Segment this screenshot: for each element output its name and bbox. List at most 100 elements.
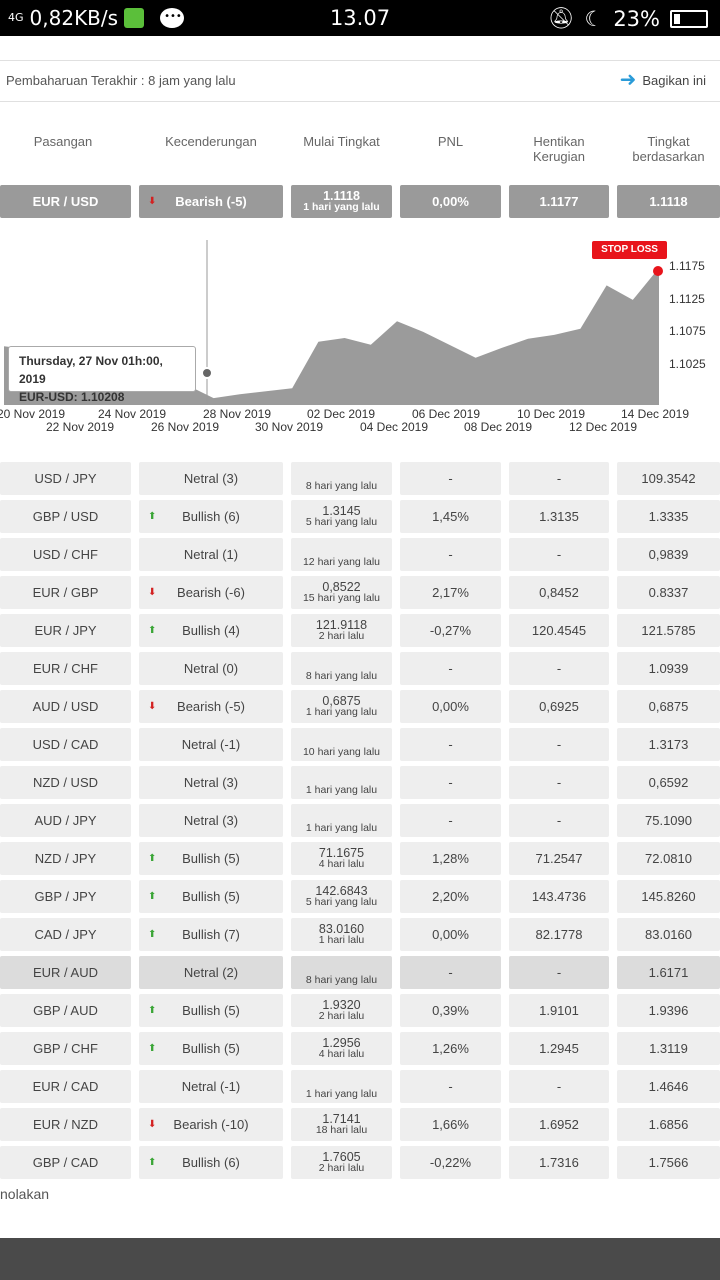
trend-label: Bullish (4) bbox=[182, 623, 240, 638]
stop-cell: 1.7316 bbox=[509, 1146, 609, 1179]
bullish-arrow-icon: ⬆ bbox=[148, 625, 157, 636]
x-tick-label: 28 Nov 2019 bbox=[203, 407, 271, 421]
share-label: Bagikan ini bbox=[642, 72, 706, 88]
trend-cell: ⬇ Bearish (-6) bbox=[139, 576, 283, 609]
share-button[interactable]: ➜ Bagikan ini bbox=[620, 70, 706, 90]
rate-cell: 0,6875 bbox=[617, 690, 720, 723]
selected-row[interactable]: EUR / USD ⬇ Bearish (-5) 1.1118 1 hari y… bbox=[0, 185, 720, 218]
table-row[interactable]: EUR / NZD ⬇ Bearish (-10) 1.7141 18 hari lal… bbox=[0, 1108, 720, 1141]
start-cell: 1.7141 18 hari lalu bbox=[291, 1108, 392, 1141]
rate-cell: 1.3335 bbox=[617, 500, 720, 533]
pair-cell: USD / CHF bbox=[0, 538, 131, 571]
rate-cell: 0,6592 bbox=[617, 766, 720, 799]
tooltip-value: EUR-USD: 1.10208 bbox=[19, 390, 125, 404]
rate-cell: 72.0810 bbox=[617, 842, 720, 875]
start-cell: 12 hari yang lalu bbox=[291, 538, 392, 571]
pair-cell: EUR / AUD bbox=[0, 956, 131, 989]
start-ago: 15 hari yang lalu bbox=[302, 591, 381, 604]
pnl-cell: - bbox=[400, 804, 501, 837]
start-cell: 1.7605 2 hari lalu bbox=[291, 1146, 392, 1179]
pair-cell: EUR / GBP bbox=[0, 576, 131, 609]
table-row[interactable]: CAD / JPY ⬆ Bullish (7) 83.0160 1 hari lalu 0… bbox=[0, 918, 720, 951]
rate-cell: 0.8337 bbox=[617, 576, 720, 609]
x-tick-label: 02 Dec 2019 bbox=[307, 407, 375, 421]
rate-cell: 83.0160 bbox=[617, 918, 720, 951]
pnl-cell: - bbox=[400, 956, 501, 989]
table-row[interactable]: NZD / USD Netral (3) 1 hari yang lalu - -0,6… bbox=[0, 766, 720, 799]
trend-cell: ⬆ Bullish (4) bbox=[139, 614, 283, 647]
stop-cell: - bbox=[509, 462, 609, 495]
stop-cell: 143.4736 bbox=[509, 880, 609, 913]
trend-label: Bullish (6) bbox=[182, 1155, 240, 1170]
trend-label: Netral (0) bbox=[183, 661, 239, 676]
bearish-arrow-icon: ⬇ bbox=[148, 196, 157, 207]
x-tick-label: 26 Nov 2019 bbox=[151, 420, 219, 434]
table-row[interactable]: GBP / CHF ⬆ Bullish (5) 1.2956 4 hari lalu 1,… bbox=[0, 1032, 720, 1065]
start-ago: 1 hari yang lalu bbox=[305, 705, 378, 718]
table-row[interactable]: EUR / JPY ⬆ Bullish (4) 121.9118 2 hari lalu… bbox=[0, 614, 720, 647]
x-tick-label: 10 Dec 2019 bbox=[517, 407, 585, 421]
pair-cell: CAD / JPY bbox=[0, 918, 131, 951]
pair-cell: EUR / CHF bbox=[0, 652, 131, 685]
trend-cell: ⬆ Bullish (5) bbox=[139, 1032, 283, 1065]
table-row[interactable]: NZD / JPY ⬆ Bullish (5) 71.1675 4 hari lalu 1… bbox=[0, 842, 720, 875]
table-row[interactable]: EUR / CHF Netral (0) 8 hari yang lalu - -1.0… bbox=[0, 652, 720, 685]
start-level: 71.1675 bbox=[318, 845, 365, 860]
bullish-arrow-icon: ⬆ bbox=[148, 929, 157, 940]
trend-label: Bullish (6) bbox=[182, 509, 240, 524]
start-cell: 0,8522 15 hari yang lalu bbox=[291, 576, 392, 609]
start-ago: 4 hari lalu bbox=[318, 857, 365, 870]
col-rate: Tingkat berdasarkan bbox=[632, 134, 705, 164]
trend-cell: ⬇ Bearish (-5) bbox=[139, 185, 283, 218]
table-row[interactable]: GBP / AUD ⬆ Bullish (5) 1.9320 2 hari lalu 0,… bbox=[0, 994, 720, 1027]
start-ago: 1 hari yang lalu bbox=[303, 200, 380, 213]
start-cell: 83.0160 1 hari lalu bbox=[291, 918, 392, 951]
pair-cell: AUD / USD bbox=[0, 690, 131, 723]
trend-cell: ⬆ Bullish (6) bbox=[139, 1146, 283, 1179]
trend-label: Netral (-1) bbox=[181, 1079, 241, 1094]
start-ago: 2 hari lalu bbox=[318, 1161, 365, 1174]
stop-cell: 0,8452 bbox=[509, 576, 609, 609]
pnl-cell: - bbox=[400, 538, 501, 571]
pnl-cell: 1,28% bbox=[400, 842, 501, 875]
table-row[interactable]: GBP / USD ⬆ Bullish (6) 1.3145 5 hari yang l… bbox=[0, 500, 720, 533]
stop-cell: - bbox=[509, 728, 609, 761]
start-cell: 121.9118 2 hari lalu bbox=[291, 614, 392, 647]
y-tick-label: 1.1075 bbox=[669, 324, 706, 338]
pnl-cell: - bbox=[400, 1070, 501, 1103]
col-pnl: PNL bbox=[437, 134, 464, 149]
rate-cell: 1.0939 bbox=[617, 652, 720, 685]
table-row[interactable]: GBP / JPY ⬆ Bullish (5) 142.6843 5 hari yang… bbox=[0, 880, 720, 913]
y-tick-label: 1.1125 bbox=[669, 292, 705, 306]
stop-cell: - bbox=[509, 652, 609, 685]
price-chart[interactable]: 1.1175 1.1125 1.1075 1.1025 20 Nov 2019 24 No… bbox=[0, 225, 720, 440]
trend-label: Bullish (5) bbox=[182, 1041, 240, 1056]
table-row[interactable]: USD / CAD Netral (-1) 10 hari yang lalu - -1… bbox=[0, 728, 720, 761]
trend-cell: ⬆ Bullish (5) bbox=[139, 842, 283, 875]
table-row[interactable]: AUD / JPY Netral (3) 1 hari yang lalu - -75.… bbox=[0, 804, 720, 837]
table-row[interactable]: AUD / USD ⬇ Bearish (-5) 0,6875 1 hari yang … bbox=[0, 690, 720, 723]
table-row[interactable]: GBP / CAD ⬆ Bullish (6) 1.7605 2 hari lalu -0… bbox=[0, 1146, 720, 1179]
start-cell: 10 hari yang lalu bbox=[291, 728, 392, 761]
hover-point bbox=[201, 367, 213, 379]
table-header: Pasangan Kecenderungan Mulai Tingkat PNL… bbox=[0, 128, 720, 168]
trend-label: Bearish (-5) bbox=[177, 699, 245, 714]
table-row[interactable]: EUR / CAD Netral (-1) 1 hari yang lalu - -1.… bbox=[0, 1070, 720, 1103]
table-row[interactable]: EUR / GBP ⬇ Bearish (-6) 0,8522 15 hari yang… bbox=[0, 576, 720, 609]
x-tick-label: 12 Dec 2019 bbox=[569, 420, 637, 434]
table-row[interactable]: EUR / AUD Netral (2) 8 hari yang lalu - -1.6… bbox=[0, 956, 720, 989]
col-trend: Kecenderungan bbox=[165, 134, 257, 149]
table-row[interactable]: USD / CHF Netral (1) 12 hari yang lalu - -0,… bbox=[0, 538, 720, 571]
table-row[interactable]: USD / JPY Netral (3) 8 hari yang lalu - -109… bbox=[0, 462, 720, 495]
trend-label: Bullish (7) bbox=[182, 927, 240, 942]
trend-cell: Netral (2) bbox=[139, 956, 283, 989]
pnl-cell: -0,22% bbox=[400, 1146, 501, 1179]
trend-cell: Netral (-1) bbox=[139, 728, 283, 761]
x-tick-label: 22 Nov 2019 bbox=[46, 420, 114, 434]
start-level: 0,8522 bbox=[322, 579, 361, 594]
stop-cell: - bbox=[509, 538, 609, 571]
y-tick-label: 1.1175 bbox=[669, 259, 705, 273]
start-cell: 8 hari yang lalu bbox=[291, 462, 392, 495]
trend-label: Netral (3) bbox=[183, 471, 239, 486]
x-tick-label: 14 Dec 2019 bbox=[621, 407, 689, 421]
